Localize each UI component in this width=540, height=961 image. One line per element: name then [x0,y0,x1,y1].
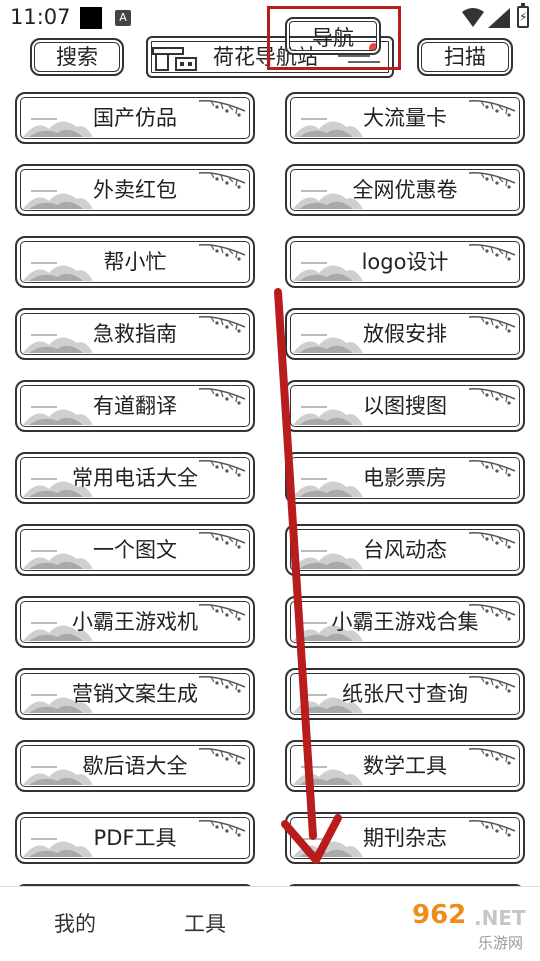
watermark-logo: 962 .NET 乐游网 [404,898,540,958]
grid-item-label: 歇后语大全 [82,754,188,778]
grid-item-label: 数学工具 [363,754,447,778]
grid-item-label: 国产仿品 [93,106,177,130]
grid-item-label: logo设计 [361,250,449,274]
grid-item-label: 全网优惠卷 [352,178,458,202]
grid-item-label: PDF工具 [93,826,177,850]
grid-item[interactable]: 小霸王游戏机 [15,596,255,648]
grid-item[interactable]: 有道翻译 [15,380,255,432]
grid-item-label: 期刊杂志 [363,826,447,850]
grid-item[interactable]: 营销文案生成 [15,668,255,720]
grid-item-label: 放假安排 [363,322,447,346]
notification-a-icon: A [115,10,131,26]
grid-item[interactable]: 急救指南 [15,308,255,360]
battery-icon: ⚡ [517,3,529,28]
search-button[interactable]: 搜索 [30,38,124,76]
wifi-icon [462,8,484,27]
grid-item-label: 台风动态 [363,538,447,562]
status-time: 11:07 [10,5,71,29]
grid-item-label: 大流量卡 [363,106,447,130]
grid-item[interactable]: logo设计 [285,236,525,288]
signal-icon [488,8,510,28]
grid-item[interactable]: PDF工具 [15,812,255,864]
grid-item[interactable]: 国产仿品 [15,92,255,144]
watermark-suffix: .NET [474,906,526,930]
grid-item-label: 以图搜图 [363,394,447,418]
grid-item[interactable]: 电影票房 [285,452,525,504]
grid-item-label: 一个图文 [93,538,177,562]
grid-item[interactable]: 全网优惠卷 [285,164,525,216]
house-icon [152,47,197,71]
notification-square-icon [80,7,102,29]
nav-grid: 国产仿品 大流量卡 外卖红包 全网优惠卷 帮小忙 logo设计 急救指南 放假安… [12,90,528,886]
nav-mine[interactable]: 我的 [40,887,110,961]
grid-item-label: 小霸王游戏合集 [331,610,479,634]
scan-button[interactable]: 扫描 [417,38,513,76]
grid-item-label: 有道翻译 [93,394,177,418]
grid-item[interactable]: 外卖红包 [15,164,255,216]
grid-item[interactable]: 数学工具 [285,740,525,792]
grid-item-label: 纸张尺寸查询 [342,682,468,706]
grid-item-label: 帮小忙 [103,250,167,274]
nav-tools[interactable]: 工具 [170,887,240,961]
grid-item[interactable]: 一个图文 [15,524,255,576]
grid-item[interactable]: 纸张尺寸查询 [285,668,525,720]
grid-item[interactable]: 放假安排 [285,308,525,360]
grid-item-label: 电影票房 [363,466,447,490]
grid-item[interactable]: 歇后语大全 [15,740,255,792]
grid-item[interactable]: 常用电话大全 [15,452,255,504]
grid-item[interactable]: 以图搜图 [285,380,525,432]
watermark-sub: 乐游网 [478,934,524,952]
grid-item[interactable]: 期刊杂志 [285,812,525,864]
grid-item-label: 外卖红包 [93,178,177,202]
nav-guide[interactable]: 导航 [285,17,381,55]
grid-item-label: 常用电话大全 [72,466,198,490]
watermark-number: 962 [412,900,467,930]
grid-item[interactable]: 大流量卡 [285,92,525,144]
grid-item-label: 营销文案生成 [72,682,198,706]
grid-item[interactable]: 台风动态 [285,524,525,576]
grid-item[interactable]: 帮小忙 [15,236,255,288]
grid-item-label: 小霸王游戏机 [72,610,198,634]
grid-item[interactable]: 小霸王游戏合集 [285,596,525,648]
grid-item-label: 急救指南 [93,322,177,346]
